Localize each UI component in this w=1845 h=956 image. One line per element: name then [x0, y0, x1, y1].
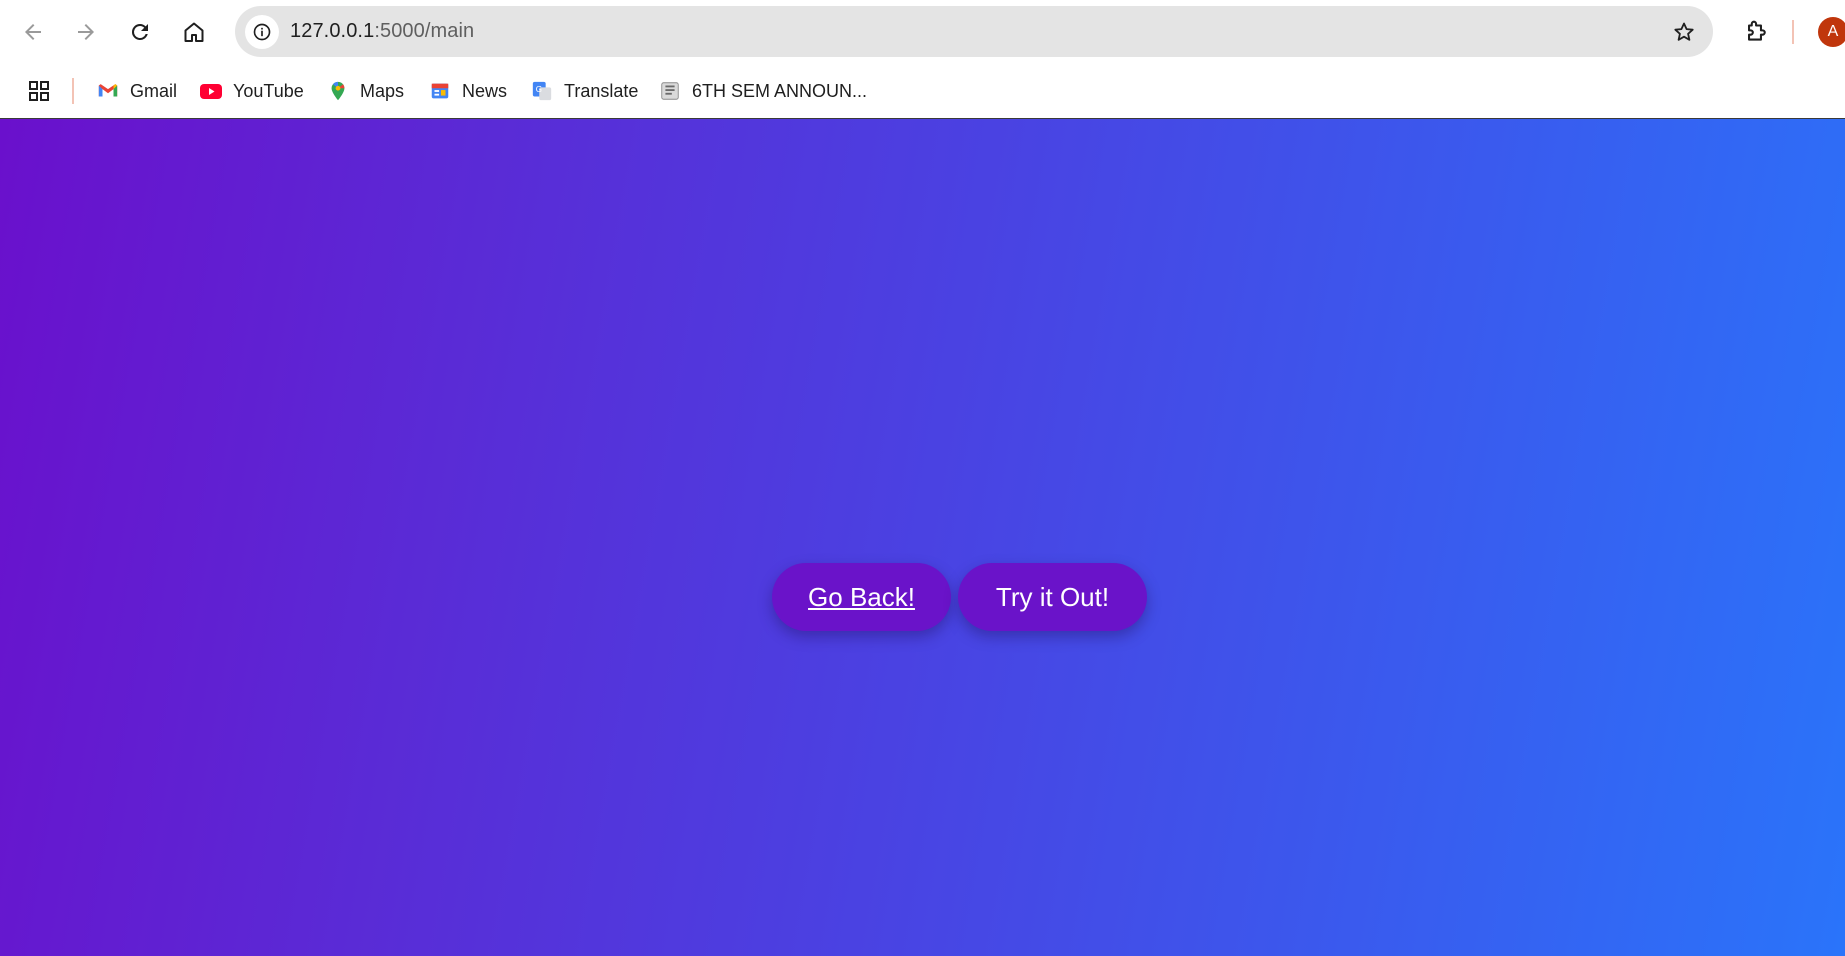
maps-icon	[326, 79, 350, 103]
bookmark-6th-sem[interactable]: 6TH SEM ANNOUN...	[658, 72, 867, 110]
apps-grid-icon	[29, 81, 49, 101]
bookmark-news[interactable]: News	[428, 72, 507, 110]
toolbar-divider	[1792, 20, 1794, 44]
star-icon	[1674, 22, 1694, 41]
back-nav-button[interactable]	[11, 10, 55, 54]
profile-avatar[interactable]: A	[1818, 17, 1845, 47]
arrow-left-icon	[25, 24, 41, 40]
bookmark-label: Gmail	[130, 80, 178, 101]
youtube-icon	[199, 79, 223, 103]
arrow-right-icon	[78, 24, 94, 40]
bookmark-youtube[interactable]: YouTube	[199, 72, 304, 110]
url-text[interactable]: 127.0.0.1:5000/main	[290, 6, 474, 57]
info-icon	[253, 23, 271, 41]
puzzle-icon	[1748, 20, 1766, 41]
svg-text:G: G	[536, 84, 542, 94]
bookmark-star-button[interactable]	[1669, 17, 1699, 47]
browser-toolbar: 127.0.0.1:5000/main A	[0, 0, 1845, 64]
bookmark-label: News	[462, 80, 508, 101]
bookmark-label: 6TH SEM ANNOUN...	[692, 80, 868, 101]
document-icon	[658, 79, 682, 103]
bookmarks-bar: Gmail YouTube Maps News G Translate 6TH …	[0, 64, 1845, 119]
extensions-button[interactable]	[1735, 12, 1775, 52]
bookmarks-divider	[72, 78, 74, 104]
forward-nav-button[interactable]	[64, 10, 108, 54]
bookmark-label: YouTube	[233, 80, 304, 101]
bookmark-maps[interactable]: Maps	[326, 72, 404, 110]
bookmark-label: Maps	[360, 80, 405, 101]
url-host: 127.0.0.1	[290, 20, 375, 42]
translate-icon: G	[530, 79, 554, 103]
url-path: :5000/main	[374, 20, 475, 42]
apps-button[interactable]	[24, 76, 54, 106]
bookmark-gmail[interactable]: Gmail	[96, 72, 177, 110]
reload-icon	[131, 23, 148, 40]
reload-button[interactable]	[118, 10, 162, 54]
bookmark-translate[interactable]: G Translate	[530, 72, 638, 110]
news-icon	[428, 79, 452, 103]
address-bar[interactable]: 127.0.0.1:5000/main	[235, 6, 1713, 57]
site-info-button[interactable]	[245, 15, 279, 49]
home-icon	[184, 22, 204, 42]
bookmark-label: Translate	[564, 80, 639, 101]
gmail-icon	[96, 79, 120, 103]
go-back-button[interactable]: Go Back!	[772, 563, 951, 631]
home-button[interactable]	[172, 10, 216, 54]
try-it-out-button[interactable]: Try it Out!	[958, 563, 1147, 631]
page-content: Go Back! Try it Out!	[0, 119, 1845, 956]
